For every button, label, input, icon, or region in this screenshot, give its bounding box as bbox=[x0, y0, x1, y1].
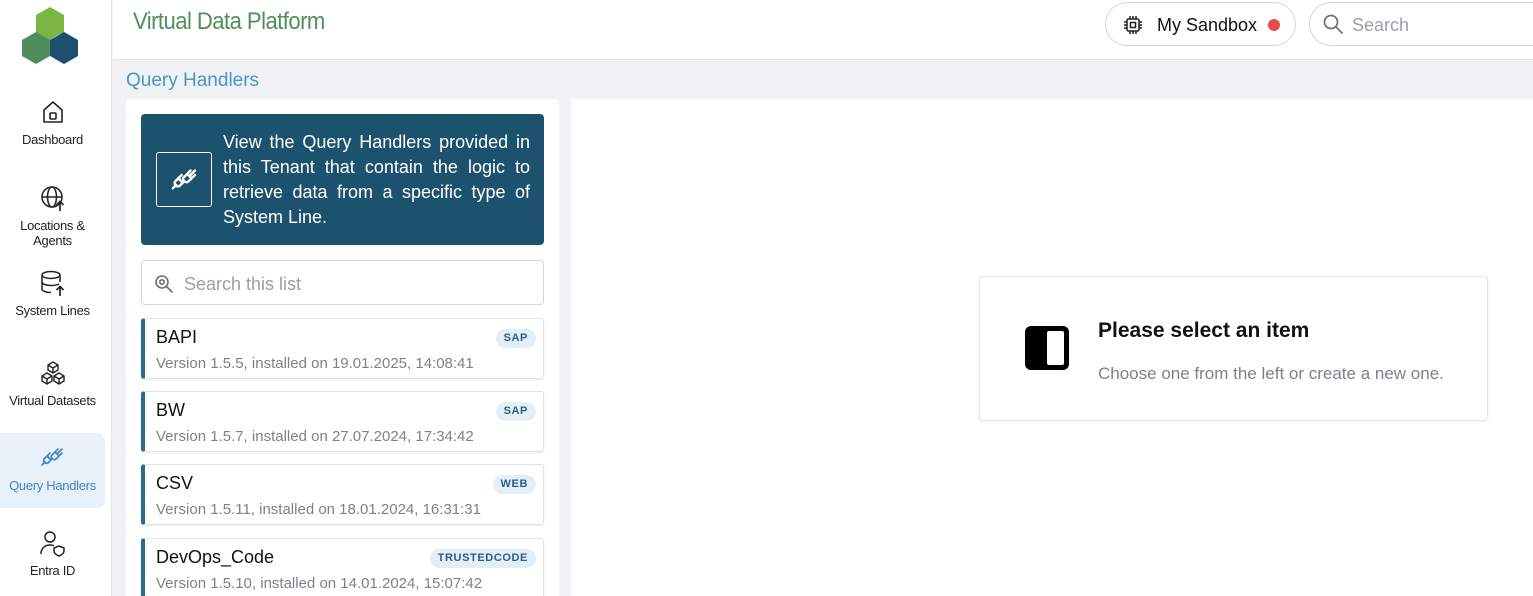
top-header: Virtual Data Platform My Sandbox bbox=[113, 0, 1533, 60]
query-handler-list-panel: View the Query Handlers provided in this… bbox=[126, 99, 559, 596]
list-item[interactable]: BW SAP Version 1.5.7, installed on 27.07… bbox=[141, 391, 544, 452]
sidebar-item-label: Virtual Datasets bbox=[9, 393, 96, 408]
search-icon bbox=[1323, 14, 1343, 34]
sidebar-item-label: System Lines bbox=[15, 303, 90, 318]
item-name: BW bbox=[156, 400, 185, 420]
search-list-icon bbox=[155, 275, 173, 293]
type-badge: TRUSTEDCODE bbox=[429, 549, 536, 568]
item-name: DevOps_Code bbox=[156, 547, 275, 567]
user-shield-icon bbox=[39, 531, 65, 557]
empty-state-title: Please select an item bbox=[1098, 319, 1310, 342]
sidebar-item-dashboard[interactable]: Dashboard bbox=[0, 98, 105, 172]
type-badge: SAP bbox=[495, 329, 536, 348]
sidebar-item-label: Dashboard bbox=[22, 132, 83, 147]
sidebar-item-label: Query Handlers bbox=[9, 478, 96, 493]
list-search-input[interactable] bbox=[184, 271, 524, 297]
global-search-input[interactable] bbox=[1352, 11, 1532, 39]
sandbox-selector-button[interactable]: My Sandbox bbox=[1105, 2, 1296, 46]
status-dot bbox=[1268, 19, 1280, 31]
type-badge: WEB bbox=[492, 475, 536, 494]
chip-icon bbox=[1124, 16, 1142, 34]
sidebar-item-virtual-datasets[interactable]: Virtual Datasets bbox=[0, 359, 105, 433]
list-item[interactable]: BAPI SAP Version 1.5.5, installed on 19.… bbox=[141, 318, 544, 379]
item-version: Version 1.5.5, installed on 19.01.2025, … bbox=[156, 355, 474, 372]
info-box-icon-frame bbox=[156, 152, 212, 207]
item-version: Version 1.5.10, installed on 14.01.2024,… bbox=[156, 575, 483, 592]
sidebar-item-label: Entra ID bbox=[29, 563, 76, 578]
plug-icon bbox=[171, 169, 197, 190]
item-version: Version 1.5.7, installed on 27.07.2024, … bbox=[156, 428, 474, 445]
empty-state-card: Please select an item Choose one from th… bbox=[979, 276, 1488, 421]
sidebar-item-locations-agents[interactable]: Locations & Agents bbox=[0, 184, 105, 258]
list-item[interactable]: CSV WEB Version 1.5.11, installed on 18.… bbox=[141, 464, 544, 525]
sidebar-item-system-lines[interactable]: System Lines bbox=[0, 269, 105, 343]
type-badge: SAP bbox=[495, 402, 536, 421]
item-version: Version 1.5.11, installed on 18.01.2024,… bbox=[156, 501, 481, 518]
sidebar-item-label: Locations & Agents bbox=[20, 218, 85, 248]
detail-panel: Please select an item Choose one from th… bbox=[571, 99, 1533, 596]
database-upload-icon bbox=[40, 270, 64, 296]
sidebar-item-query-handlers[interactable]: Query Handlers bbox=[0, 433, 105, 508]
globe-upload-icon bbox=[40, 186, 64, 211]
item-name: BAPI bbox=[156, 327, 198, 347]
sidebar-item-entra-id[interactable]: Entra ID bbox=[0, 529, 105, 596]
item-name: CSV bbox=[156, 473, 194, 493]
page-title: Query Handlers bbox=[126, 70, 260, 91]
split-panel-icon bbox=[1025, 326, 1069, 370]
hexagon-cluster-logo[interactable] bbox=[18, 6, 82, 68]
empty-state-subtitle: Choose one from the left or create a new… bbox=[1098, 364, 1444, 383]
list-item[interactable]: DevOps_Code TRUSTEDCODE Version 1.5.10, … bbox=[141, 538, 544, 596]
info-box: View the Query Handlers provided in this… bbox=[141, 114, 544, 245]
list-search[interactable] bbox=[141, 260, 544, 305]
info-box-text: View the Query Handlers provided in this… bbox=[223, 132, 530, 227]
app-title[interactable]: Virtual Data Platform bbox=[133, 8, 325, 36]
plug-icon bbox=[40, 448, 63, 466]
home-icon bbox=[42, 101, 63, 123]
cubes-icon bbox=[40, 361, 65, 385]
sandbox-label: My Sandbox bbox=[1157, 15, 1258, 35]
sidebar: Dashboard Locations & Agents System Line… bbox=[0, 0, 112, 596]
global-search[interactable] bbox=[1309, 2, 1533, 46]
